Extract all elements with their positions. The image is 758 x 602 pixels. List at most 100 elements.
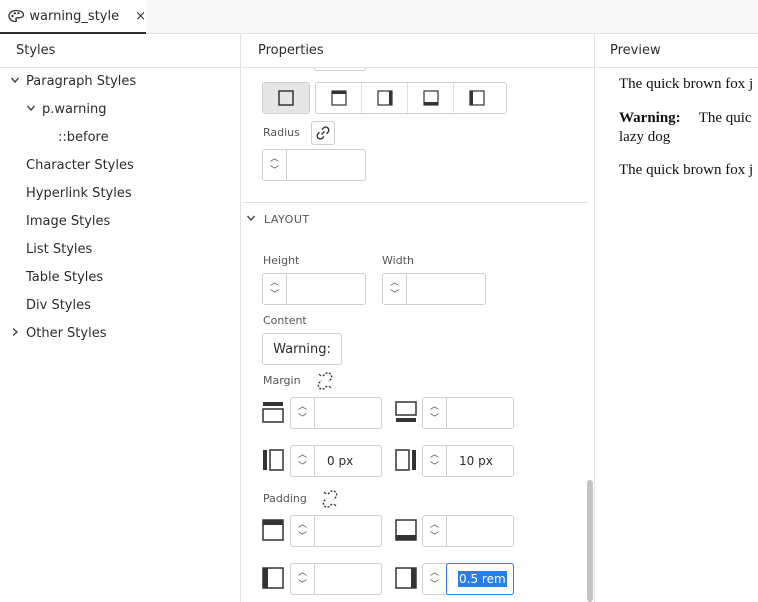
margin-bottom-stepper-arrows[interactable]: ︿ ﹀: [423, 398, 447, 428]
padding-bottom-icon: [395, 519, 417, 541]
divider-styles-properties[interactable]: [240, 34, 241, 602]
properties-panel: Radius ︿ ﹀ LAYOUT Height ︿ ﹀ Width ︿ ﹀ Cont…: [242, 68, 594, 602]
width-stepper[interactable]: ︿ ﹀: [382, 273, 486, 305]
link-radius-button[interactable]: [311, 121, 335, 145]
padding-bottom-stepper[interactable]: ︿ ﹀: [422, 515, 514, 547]
link-icon: [316, 126, 330, 140]
border-left-button[interactable]: [454, 83, 500, 113]
preview-warning-label: Warning:: [619, 110, 681, 126]
height-input[interactable]: [287, 274, 365, 304]
tab-bar: warning_style ×: [0, 0, 758, 34]
border-all-icon: [278, 90, 294, 106]
margin-left-stepper[interactable]: ︿ ﹀ 0 px: [290, 445, 382, 477]
padding-left-icon: [262, 567, 284, 589]
border-top-button[interactable]: [316, 83, 362, 113]
tree-item-label: Paragraph Styles: [26, 74, 137, 89]
padding-right-input[interactable]: 0.5 rem: [446, 563, 514, 595]
unlink-margin-icon[interactable]: [315, 371, 335, 391]
tab-warning-style[interactable]: warning_style ×: [0, 0, 146, 34]
tree-item-hyperlink-styles[interactable]: Hyperlink Styles: [26, 180, 132, 208]
tree-item-before[interactable]: ::before: [58, 124, 109, 152]
radius-stepper-arrows[interactable]: ︿ ﹀: [263, 150, 287, 180]
content-input[interactable]: Warning:: [262, 333, 342, 365]
border-all-button[interactable]: [263, 83, 309, 113]
properties-panel-header: Properties: [242, 34, 594, 68]
tree-item-table-styles[interactable]: Table Styles: [26, 264, 103, 292]
padding-left-stepper[interactable]: ︿ ﹀: [290, 563, 382, 595]
border-right-button[interactable]: [362, 83, 408, 113]
tree-item-image-styles[interactable]: Image Styles: [26, 208, 110, 236]
preview-panel-header: Preview: [596, 34, 758, 68]
chevron-down-icon: [246, 213, 264, 226]
height-label: Height: [263, 254, 300, 267]
tree-item-label: p.warning: [42, 102, 107, 117]
close-icon[interactable]: ×: [135, 9, 146, 24]
margin-bottom-input[interactable]: [447, 398, 513, 428]
margin-bottom-icon: [395, 401, 417, 422]
margin-top-stepper[interactable]: ︿ ﹀: [290, 397, 382, 429]
radius-stepper[interactable]: ︿ ﹀: [262, 149, 366, 181]
chevron-down-icon[interactable]: [26, 96, 38, 124]
margin-right-icon: [395, 449, 416, 471]
scrolled-control-edge: [314, 68, 366, 71]
padding-top-stepper-arrows[interactable]: ︿ ﹀: [291, 516, 315, 546]
border-all-group: [262, 82, 310, 114]
tree-item-label: ::before: [58, 130, 109, 145]
margin-bottom-stepper[interactable]: ︿ ﹀: [422, 397, 514, 429]
padding-top-input[interactable]: [315, 516, 381, 546]
tree-item-label: Image Styles: [26, 214, 111, 229]
tab-title: warning_style: [29, 8, 120, 24]
padding-bottom-input[interactable]: [447, 516, 513, 546]
padding-right-stepper[interactable]: ︿ ﹀ 0.5 rem: [422, 563, 514, 595]
padding-label: Padding: [263, 492, 307, 505]
padding-bottom-stepper-arrows[interactable]: ︿ ﹀: [423, 516, 447, 546]
margin-top-stepper-arrows[interactable]: ︿ ﹀: [291, 398, 315, 428]
divider-properties-preview[interactable]: [594, 34, 595, 602]
palette-icon: [8, 9, 25, 23]
border-right-icon: [376, 90, 393, 106]
margin-right-input[interactable]: 10 px: [447, 446, 513, 476]
tree-item-character-styles[interactable]: Character Styles: [26, 152, 134, 180]
margin-left-input[interactable]: 0 px: [315, 446, 381, 476]
padding-left-stepper-arrows[interactable]: ︿ ﹀: [291, 564, 315, 594]
margin-top-icon: [262, 402, 284, 423]
margin-left-stepper-arrows[interactable]: ︿ ﹀: [291, 446, 315, 476]
padding-top-icon: [262, 519, 284, 541]
margin-right-stepper[interactable]: ︿ ﹀ 10 px: [422, 445, 514, 477]
selected-text: 0.5 rem: [458, 571, 507, 587]
unlink-padding-icon[interactable]: [320, 489, 340, 509]
border-bottom-icon: [422, 90, 439, 106]
tree-item-list-styles[interactable]: List Styles: [26, 236, 92, 264]
margin-top-input[interactable]: [315, 398, 381, 428]
layout-section-header[interactable]: LAYOUT: [242, 202, 588, 236]
tree-item-div-styles[interactable]: Div Styles: [26, 292, 91, 320]
preview-pane: The quick brown fox j Warning: The quic l…: [596, 68, 758, 602]
padding-right-icon: [395, 567, 417, 589]
height-stepper-arrows[interactable]: ︿ ﹀: [263, 274, 287, 304]
preview-warning-paragraph: Warning: The quic: [619, 110, 752, 127]
tree-item-label: Table Styles: [26, 270, 104, 285]
height-stepper[interactable]: ︿ ﹀: [262, 273, 366, 305]
chevron-down-icon[interactable]: [10, 68, 22, 96]
width-stepper-arrows[interactable]: ︿ ﹀: [383, 274, 407, 304]
tree-item-p-warning[interactable]: p.warning: [26, 96, 106, 124]
preview-paragraph-1: The quick brown fox j: [619, 76, 754, 92]
border-left-icon: [469, 90, 485, 106]
margin-right-stepper-arrows[interactable]: ︿ ﹀: [423, 446, 447, 476]
margin-left-icon: [263, 449, 284, 471]
chevron-right-icon[interactable]: [10, 320, 22, 348]
width-label: Width: [382, 254, 414, 267]
tree-item-paragraph-styles[interactable]: Paragraph Styles: [10, 68, 136, 96]
content-label: Content: [263, 314, 307, 327]
radius-input[interactable]: [287, 150, 365, 180]
border-sides-group: [315, 82, 507, 114]
border-bottom-button[interactable]: [408, 83, 454, 113]
tree-item-label: Character Styles: [26, 158, 134, 173]
padding-left-input[interactable]: [315, 564, 381, 594]
width-input[interactable]: [407, 274, 485, 304]
padding-right-stepper-arrows[interactable]: ︿ ﹀: [423, 564, 447, 594]
border-top-icon: [330, 90, 347, 106]
tree-item-other-styles[interactable]: Other Styles: [10, 320, 106, 348]
padding-top-stepper[interactable]: ︿ ﹀: [290, 515, 382, 547]
properties-scrollbar-thumb[interactable]: [587, 480, 593, 602]
